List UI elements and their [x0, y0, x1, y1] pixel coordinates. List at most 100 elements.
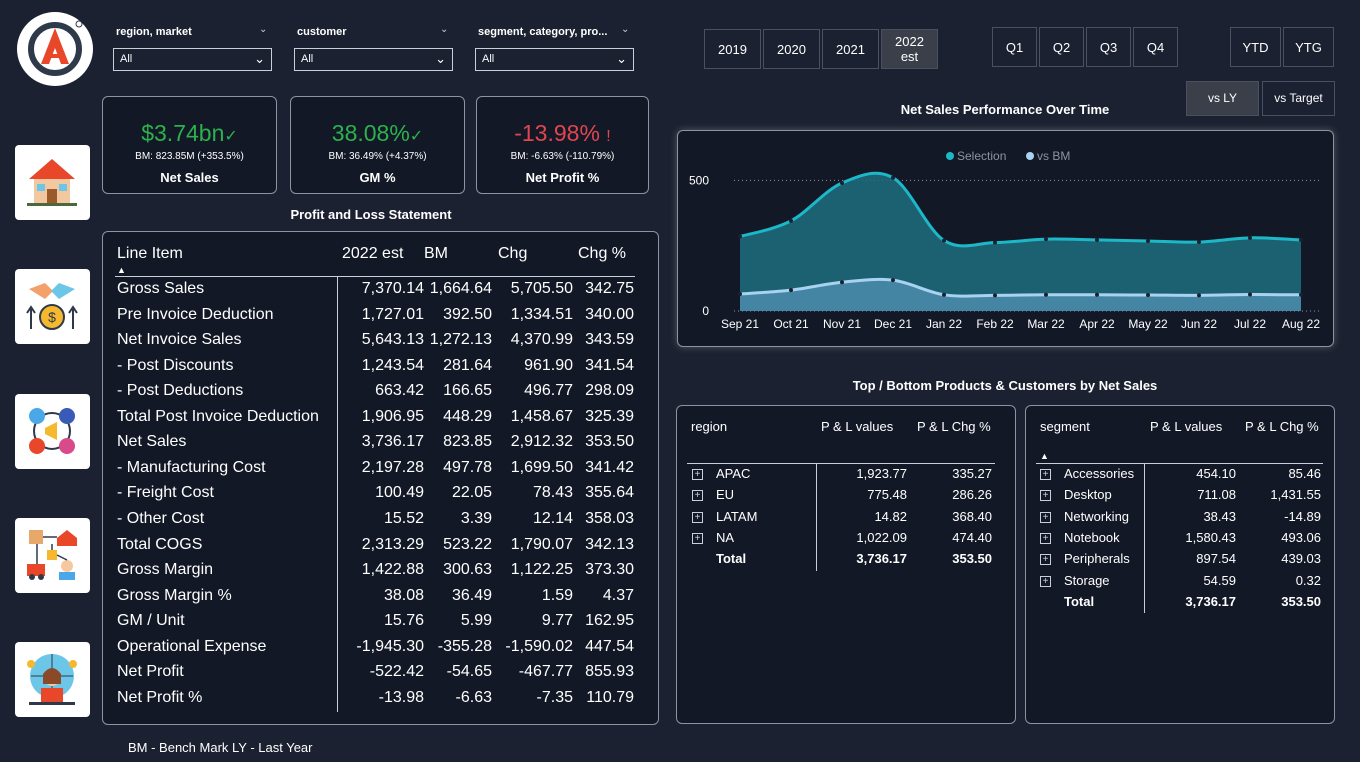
pl-row: Net Sales 3,736.17 823.85 2,912.32 353.50 [103, 433, 663, 459]
expand-icon[interactable]: + [692, 469, 703, 480]
segment-filter-dropdown[interactable]: All ⌄ [475, 48, 634, 71]
values-header[interactable]: P & L values [821, 419, 893, 435]
table-row[interactable]: + Networking 38.43 -14.89 [1026, 509, 1336, 530]
kpi-benchmark: BM: -6.63% (-110.79%) [510, 151, 615, 162]
check-icon: ✓ [224, 128, 238, 145]
chg-header[interactable]: P & L Chg % [1245, 419, 1323, 435]
expand-icon[interactable]: + [692, 490, 703, 502]
nav-customer-button[interactable] [15, 642, 90, 717]
table-row[interactable]: + Storage 54.59 0.32 [1026, 573, 1336, 594]
row-value: 38.43 [1203, 508, 1236, 524]
total-row: Total 3,736.17 353.50 [677, 551, 1017, 572]
pl-cell: 497.78 [443, 458, 492, 476]
pl-header-chg[interactable]: Chg [498, 245, 527, 263]
pl-cell: 341.54 [585, 356, 634, 374]
pl-header-chg-pct[interactable]: Chg % [578, 245, 626, 263]
expand-icon[interactable]: + [1040, 532, 1051, 544]
region-header[interactable]: region [691, 419, 727, 435]
expand-icon[interactable]: + [692, 532, 703, 544]
table-row[interactable]: + NA 1,022.09 474.40 [677, 530, 1017, 551]
expand-icon[interactable]: + [1040, 490, 1051, 502]
table-row[interactable]: + APAC 1,923.77 335.27 [677, 466, 1017, 487]
quarter-q4-button[interactable]: Q4 [1133, 27, 1178, 67]
pl-line-item: Gross Sales [117, 280, 205, 297]
data-point [789, 218, 793, 223]
table-row[interactable]: + LATAM 14.82 368.40 [677, 509, 1017, 530]
pl-cell: 1.59 [541, 586, 573, 604]
row-label: EU [716, 487, 735, 503]
expand-icon[interactable]: + [1040, 575, 1051, 587]
data-point [1248, 235, 1252, 240]
pl-header-bm[interactable]: BM [424, 245, 448, 263]
pl-cell: 5.99 [460, 612, 492, 630]
pl-row: Net Profit % -13.98 -6.63 -7.35 110.79 [103, 689, 663, 715]
table-row[interactable]: + Accessories 454.10 85.46 [1026, 466, 1336, 487]
pl-cell: 1,664.64 [429, 280, 492, 297]
ytd-button[interactable]: YTD [1230, 27, 1281, 67]
chevron-down-icon[interactable]: ⌄ [440, 24, 448, 35]
quarter-q2-button[interactable]: Q2 [1039, 27, 1084, 67]
expand-icon[interactable]: + [1040, 469, 1051, 480]
x-tick-label: Jul 22 [1234, 317, 1266, 331]
x-tick-label: Mar 22 [1027, 317, 1065, 331]
y-tick-label: 500 [689, 173, 709, 187]
ytg-button[interactable]: YTG [1283, 27, 1334, 67]
nav-supply-chain-button[interactable] [15, 518, 90, 593]
pl-cell: 353.50 [585, 433, 634, 451]
segment-header[interactable]: segment [1040, 419, 1090, 435]
pl-line-item: - Post Deductions [117, 382, 244, 400]
pl-cell: 2,197.28 [361, 458, 424, 476]
data-point [1197, 240, 1201, 245]
pl-cell: 38.08 [383, 586, 424, 604]
customer-filter-dropdown[interactable]: All ⌄ [294, 48, 453, 71]
region-table: region P & L values P & L Chg % + APAC 1,9… [676, 405, 1016, 724]
chevron-down-icon[interactable]: ⌄ [621, 24, 629, 35]
pl-row: GM / Unit 15.76 5.99 9.77 162.95 [103, 612, 663, 638]
pl-cell: 78.43 [532, 484, 573, 502]
sort-up-icon[interactable]: ▲ [117, 265, 126, 275]
table-row[interactable]: + Desktop 711.08 1,431.55 [1026, 487, 1336, 508]
row-value: 1,022.09 [856, 529, 907, 545]
house-icon [27, 159, 77, 206]
row-label: Total [1064, 593, 1095, 609]
table-row[interactable]: + Peripherals 897.54 439.03 [1026, 551, 1336, 572]
x-tick-label: Oct 21 [773, 317, 809, 331]
year-2021-button[interactable]: 2021 [822, 29, 879, 69]
pl-cell: 1,790.07 [510, 535, 573, 553]
pl-row: Net Profit -522.42 -54.65 -467.77 855.93 [103, 663, 663, 689]
nav-home-button[interactable] [15, 145, 90, 220]
pl-cell: 342.13 [585, 535, 634, 553]
table-row[interactable]: + EU 775.48 286.26 [677, 487, 1017, 508]
nav-marketing-button[interactable] [15, 394, 90, 469]
row-change: 286.26 [952, 487, 992, 503]
kpi-benchmark: BM: 36.49% (+4.37%) [328, 151, 427, 162]
sort-up-icon[interactable]: ▲ [1040, 451, 1049, 461]
row-value: 54.59 [1203, 572, 1236, 588]
expand-icon[interactable]: + [1040, 554, 1051, 566]
pl-header-line-item[interactable]: Line Item [117, 245, 183, 263]
legend-marker [946, 152, 954, 160]
year-2020-button[interactable]: 2020 [763, 29, 820, 69]
region-filter-dropdown[interactable]: All ⌄ [113, 48, 272, 71]
year-2022-button[interactable]: 2022 est [881, 29, 938, 69]
pl-row: - Post Discounts 1,243.54 281.64 961.90 341.… [103, 357, 663, 383]
chevron-down-icon[interactable]: ⌄ [259, 24, 267, 35]
chg-header[interactable]: P & L Chg % [917, 419, 995, 435]
values-header[interactable]: P & L values [1150, 419, 1222, 435]
table-row[interactable]: + Notebook 1,580.43 493.06 [1026, 530, 1336, 551]
quarter-q1-button[interactable]: Q1 [992, 27, 1037, 67]
expand-icon[interactable]: + [692, 511, 703, 523]
expand-icon[interactable]: + [1040, 511, 1051, 523]
nav-finance-button[interactable]: $ [15, 269, 90, 344]
kpi-label: Net Sales [160, 170, 219, 185]
region-body: + APAC 1,923.77 335.27 + EU 775.48 286.26 + LATAM… [677, 466, 1017, 586]
pl-header-year[interactable]: 2022 est [342, 245, 403, 263]
data-point [1044, 292, 1048, 297]
pl-row: - Freight Cost 100.49 22.05 78.43 355.64 [103, 484, 663, 510]
x-tick-label: Feb 22 [976, 317, 1014, 331]
quarter-q3-button[interactable]: Q3 [1086, 27, 1131, 67]
year-2019-button[interactable]: 2019 [704, 29, 761, 69]
row-change: 335.27 [952, 466, 992, 481]
total-row: Total 3,736.17 353.50 [1026, 594, 1336, 615]
kpi-value: $3.74bn✓ [141, 120, 238, 146]
